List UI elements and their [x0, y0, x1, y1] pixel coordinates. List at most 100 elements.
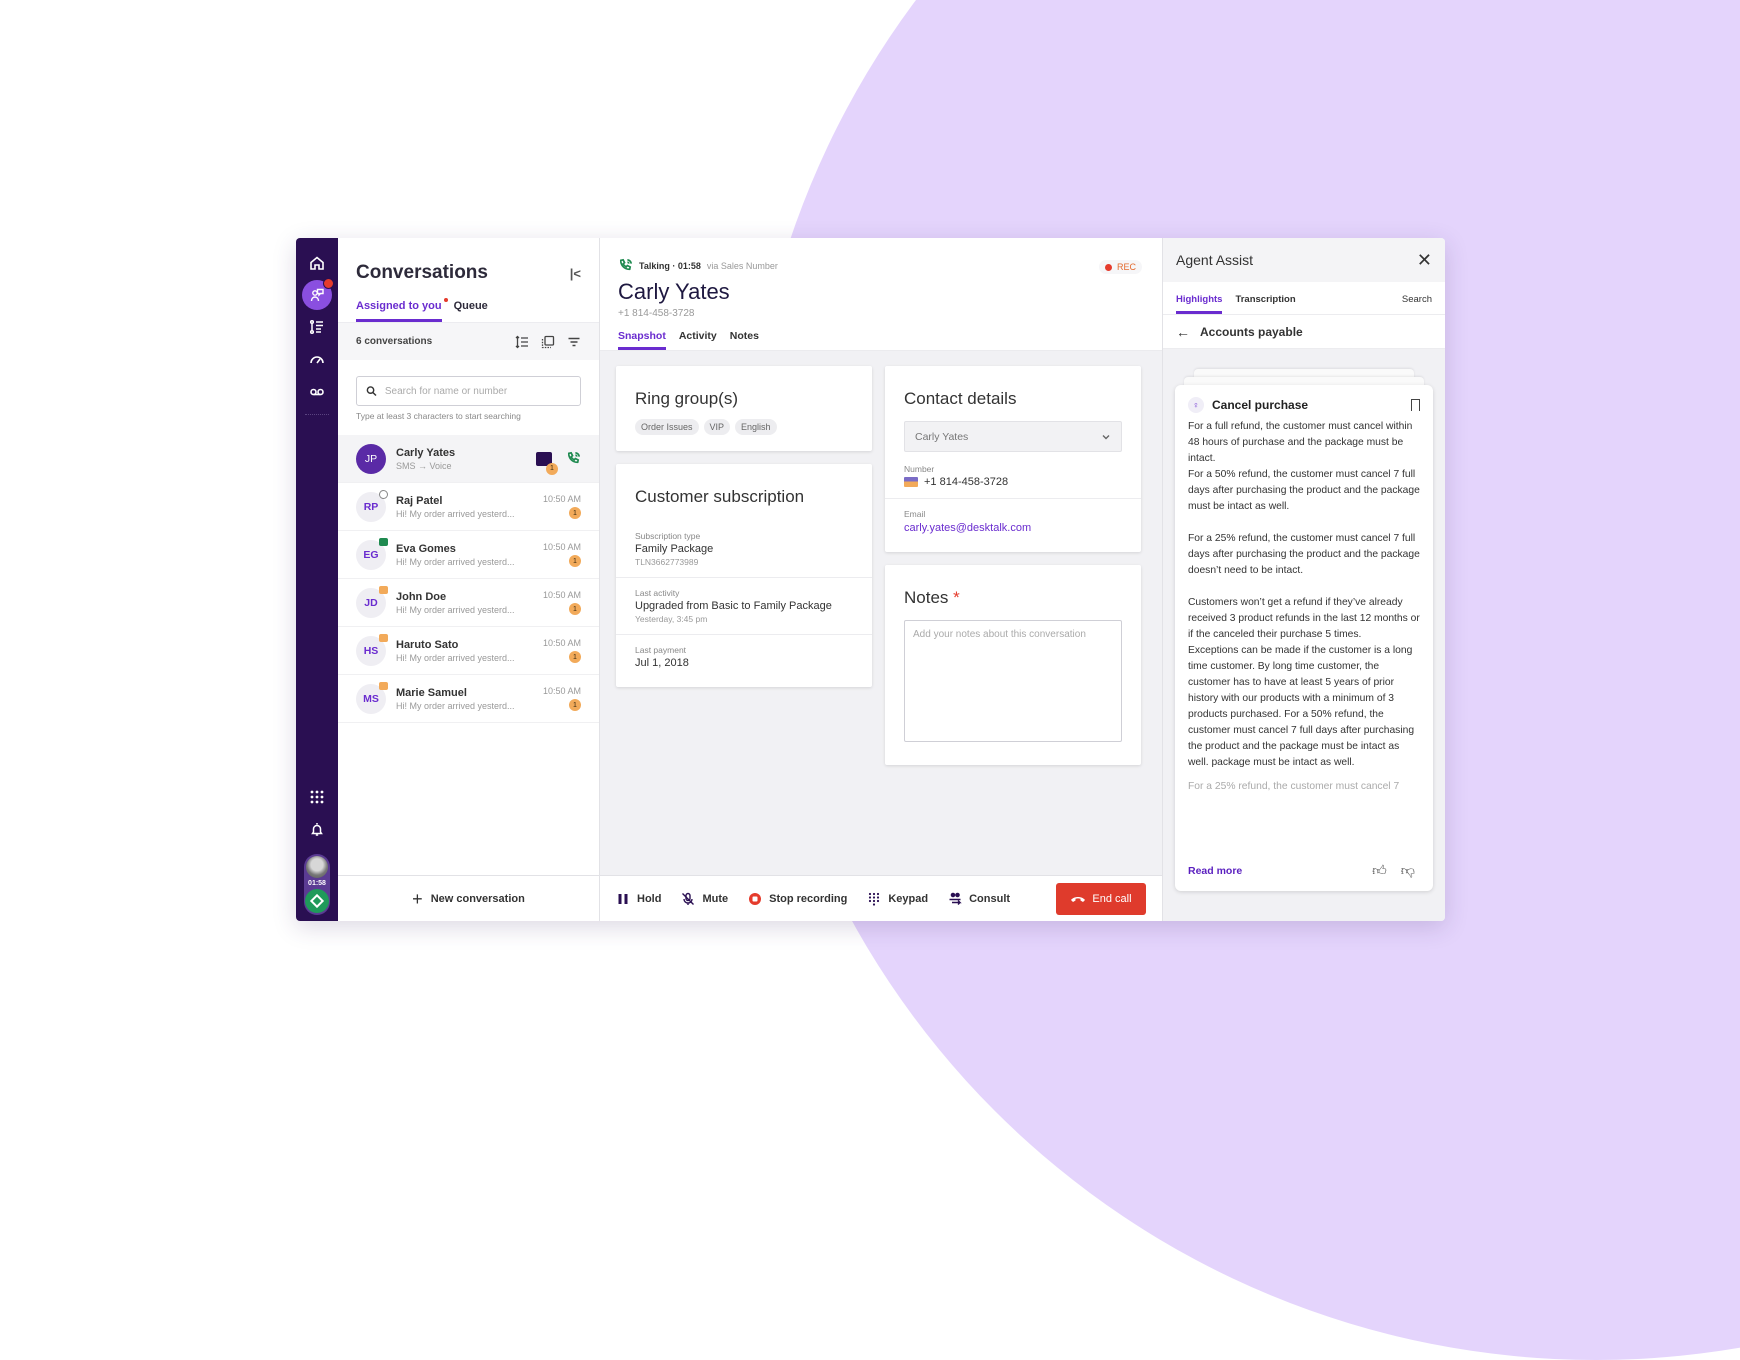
close-icon: ✕	[1416, 249, 1432, 270]
email-field: Email carly.yates@desktalk.com	[885, 498, 1141, 552]
nav-conversations[interactable]	[302, 278, 334, 310]
call-panel: Talking · 01:58 via Sales Number REC Car…	[600, 238, 1162, 921]
nav-voicemail[interactable]	[302, 376, 332, 406]
call-line: via Sales Number	[706, 260, 778, 271]
contact-name: John Doe	[396, 590, 447, 603]
email-channel-icon	[379, 633, 388, 642]
last-payment-field: Last payment Jul 1, 2018	[616, 634, 872, 687]
nav-rail: 01:58	[296, 238, 338, 921]
ring-groups-card: Ring group(s) Order Issues VIP English	[616, 366, 872, 451]
thumbs-down-icon[interactable]: 👎︎	[1401, 862, 1415, 879]
highlight-card: ♀ Cancel purchase For a full refund, the…	[1175, 385, 1433, 891]
notifications-button[interactable]	[302, 814, 332, 844]
conversation-item[interactable]: RP Raj Patel Hi! My order arrived yester…	[338, 483, 599, 531]
assist-tabs: Highlights Transcription Search	[1163, 282, 1445, 315]
thumbs-up-icon[interactable]: 👍︎	[1372, 862, 1387, 879]
caller-phone: +1 814-458-3728	[618, 308, 695, 319]
presence-status[interactable]	[305, 889, 329, 913]
tab-snapshot[interactable]: Snapshot	[618, 330, 666, 350]
conversation-toolbar: 6 conversations	[338, 322, 599, 360]
sms-icon[interactable]: 1	[536, 451, 558, 475]
voicemail-icon	[310, 388, 324, 396]
search-field[interactable]	[356, 376, 581, 406]
message-preview: Hi! My order arrived yesterd...	[396, 700, 515, 711]
avatar: JD	[356, 585, 388, 618]
status-diamond-icon	[309, 893, 325, 909]
consult-button[interactable]: Consult	[948, 892, 1010, 906]
tab-queue[interactable]: Queue	[454, 300, 488, 322]
tab-highlights[interactable]: Highlights	[1176, 294, 1223, 314]
avatar: HS	[356, 633, 388, 666]
conversation-tabs: Assigned to you Queue	[338, 298, 599, 322]
nav-dashboard[interactable]	[302, 344, 332, 374]
collapse-panel-button[interactable]: |<	[570, 266, 581, 281]
truncated-text: For a 25% refund, the customer must canc…	[1188, 781, 1400, 792]
message-time: 10:50 AM	[542, 686, 581, 696]
dashboard-icon	[310, 356, 324, 364]
tab-assigned-to-you[interactable]: Assigned to you	[356, 298, 448, 322]
grid-icon	[310, 790, 324, 804]
collapse-left-icon: |<	[569, 265, 581, 281]
keypad-button[interactable]: Keypad	[867, 892, 928, 906]
phone-active-icon[interactable]	[566, 451, 581, 466]
unread-count: 1	[569, 603, 581, 615]
select-multiple-icon[interactable]	[541, 335, 555, 349]
unread-count: 1	[546, 462, 558, 475]
conversation-item[interactable]: JD John Doe Hi! My order arrived yesterd…	[338, 579, 599, 627]
email-channel-icon	[379, 585, 388, 594]
bookmark-icon[interactable]	[1411, 399, 1420, 411]
conversation-item[interactable]: MS Marie Samuel Hi! My order arrived yes…	[338, 675, 599, 723]
highlight-body: For a full refund, the customer must can…	[1188, 419, 1420, 795]
tab-transcription[interactable]: Transcription	[1235, 294, 1295, 314]
tab-notes[interactable]: Notes	[730, 330, 759, 350]
record-dot-icon	[1104, 263, 1112, 271]
rail-divider	[305, 414, 329, 415]
apps-button[interactable]	[302, 782, 332, 812]
chat-channel-icon	[379, 537, 388, 546]
active-call-indicator[interactable]: 01:58	[304, 854, 330, 915]
hold-button[interactable]: Hold	[616, 892, 661, 906]
mic-off-icon	[682, 892, 695, 905]
message-time: 10:50 AM	[542, 542, 581, 552]
message-time: 10:50 AM	[542, 638, 581, 648]
card-title: Customer subscription	[635, 487, 805, 506]
caller-name: Carly Yates	[618, 279, 730, 304]
nav-lists[interactable]	[302, 312, 332, 342]
read-more-link[interactable]: Read more	[1188, 865, 1372, 877]
recording-badge: REC	[1098, 260, 1142, 274]
conversation-item[interactable]: JP Carly Yates SMS → Voice 1	[338, 435, 599, 483]
conversation-item[interactable]: HS Haruto Sato Hi! My order arrived yest…	[338, 627, 599, 675]
notes-card: Notes *	[885, 565, 1141, 765]
end-call-button[interactable]: End call	[1056, 882, 1146, 915]
contact-select[interactable]: Carly Yates	[904, 421, 1122, 452]
conversation-item[interactable]: EG Eva Gomes Hi! My order arrived yester…	[338, 531, 599, 579]
back-arrow-icon[interactable]: ←	[1176, 324, 1190, 340]
nav-home[interactable]	[302, 248, 332, 278]
search-icon	[366, 386, 377, 397]
agent-assist-panel: Agent Assist ✕ Highlights Transcription …	[1162, 238, 1445, 921]
chevron-down-icon	[1102, 434, 1110, 439]
notes-input[interactable]	[904, 620, 1122, 742]
tab-search[interactable]: Search	[1402, 294, 1432, 314]
card-title: Notes *	[904, 588, 960, 607]
close-button[interactable]: ✕	[1417, 250, 1432, 271]
filter-icon[interactable]	[567, 335, 581, 349]
card-title: Contact details	[904, 389, 1017, 408]
mute-button[interactable]: Mute	[681, 892, 728, 906]
message-preview: Hi! My order arrived yesterd...	[396, 556, 515, 567]
stop-recording-button[interactable]: Stop recording	[748, 892, 847, 906]
message-preview: Hi! My order arrived yesterd...	[396, 508, 515, 519]
search-input[interactable]	[384, 385, 571, 397]
number-field: Number +1 814-458-3728	[904, 464, 1009, 488]
search-hint: Type at least 3 characters to start sear…	[356, 411, 521, 421]
contact-name: Haruto Sato	[396, 638, 459, 651]
call-status: Talking · 01:58 via Sales Number	[618, 258, 1144, 273]
sort-icon[interactable]	[515, 335, 529, 349]
tab-activity[interactable]: Activity	[679, 330, 717, 350]
unread-count: 1	[569, 699, 581, 711]
message-preview: Hi! My order arrived yesterd...	[396, 604, 515, 615]
call-controls: Hold Mute Stop recording Keypad Consult …	[600, 875, 1162, 921]
email-link[interactable]: carly.yates@desktalk.com	[904, 522, 1122, 534]
new-conversation-button[interactable]: + New conversation	[338, 875, 599, 921]
call-header: Talking · 01:58 via Sales Number REC Car…	[600, 238, 1162, 351]
